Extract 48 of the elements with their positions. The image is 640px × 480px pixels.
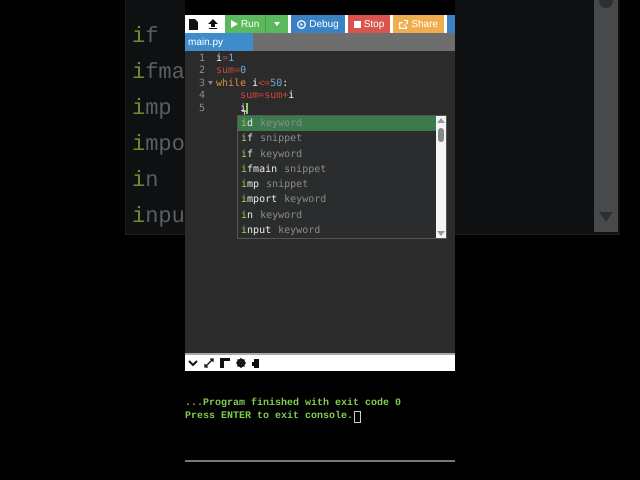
dropdown-button[interactable]: [265, 15, 288, 33]
suggestion-item[interactable]: input keyword: [238, 222, 436, 238]
fold-icon[interactable]: [208, 81, 213, 86]
scroll-down-icon[interactable]: [437, 231, 445, 236]
suggestion-text: ifma: [132, 60, 185, 86]
layout-icon[interactable]: [220, 358, 230, 368]
debug-icon: [297, 20, 306, 28]
suggestion-item[interactable]: id keyword: [238, 116, 436, 132]
file-tab[interactable]: main.py: [185, 33, 253, 51]
line-number: 4: [198, 90, 205, 102]
code-line: sum=sum+i: [239, 90, 294, 102]
code-line: while i<=50:: [216, 78, 288, 89]
line-number: 2: [198, 65, 205, 76]
suggestion-text: imp: [132, 96, 172, 122]
suggestion-text: impo: [132, 132, 185, 158]
settings-icon[interactable]: [236, 358, 246, 368]
suggestion-text: in: [132, 168, 158, 194]
suggestion-item[interactable]: if keyword: [238, 146, 436, 162]
code-line: sum=0: [216, 65, 246, 76]
play-icon: [230, 20, 238, 28]
upload-icon: [208, 19, 218, 29]
line-number: 1: [198, 52, 205, 64]
expand-icon[interactable]: [204, 358, 214, 368]
stop-icon: [354, 20, 361, 28]
suggestion-item[interactable]: import keyword: [238, 192, 436, 208]
line-number: 3: [198, 78, 205, 89]
line-number: 5: [198, 102, 205, 114]
console-line: Press ENTER to exit console.: [185, 410, 362, 423]
clipboard-icon[interactable]: [252, 358, 261, 368]
suggestion-text: if: [132, 24, 158, 50]
caret-icon: [274, 22, 280, 26]
code-line: i=1: [216, 52, 234, 64]
code-line: i: [239, 102, 248, 114]
scroll-up-icon[interactable]: [437, 118, 445, 123]
suggestion-item[interactable]: imp snippet: [238, 177, 436, 192]
console-line: ...Program finished with exit code 0: [185, 397, 402, 410]
stop-button[interactable]: Stop: [348, 15, 390, 33]
suggestion-text: inpu: [132, 204, 185, 230]
scrollbar[interactable]: [436, 116, 446, 238]
share-icon: [399, 20, 408, 28]
scrollbar-thumb[interactable]: [438, 128, 444, 142]
suggestion-item[interactable]: if snippet: [238, 131, 436, 146]
chevron-down-icon[interactable]: [188, 360, 198, 366]
suggestion-item[interactable]: in keyword: [238, 208, 436, 223]
file-icon: [188, 18, 198, 30]
debug-button[interactable]: Debug: [291, 15, 345, 33]
code-editor[interactable]: 1 i=1 2 sum=0 3 while i<=50: 4 sum=sum+i 5 i id keyword if snippet if keyword ifmain snippet imp snippet import keyword in keyword input keyword: [185, 51, 455, 353]
suggestion-item[interactable]: ifmain snippet: [238, 162, 436, 177]
